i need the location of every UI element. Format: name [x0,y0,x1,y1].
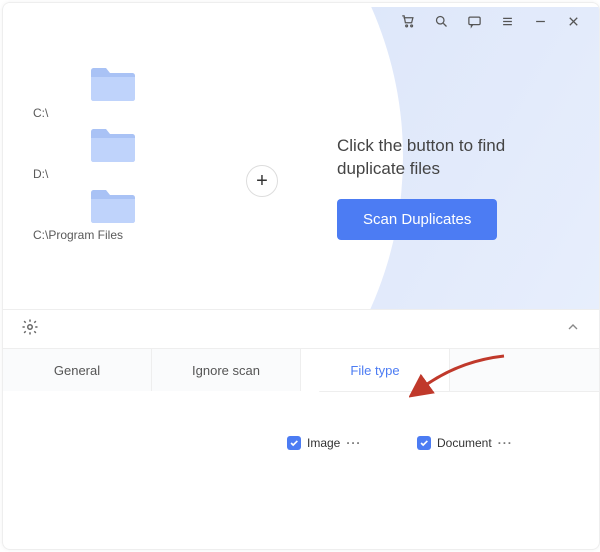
checkbox-document[interactable]: Document ··· [417,436,547,450]
scan-duplicates-button[interactable]: Scan Duplicates [337,199,497,240]
folder-item[interactable]: C:\Program Files [33,185,233,242]
option-label: Document [437,436,492,450]
cart-icon[interactable] [401,14,416,29]
app-window: C:\ D:\ C:\Program Files + Click the but… [2,2,600,550]
add-folder-button[interactable]: + [246,165,278,197]
plus-icon: + [256,170,268,193]
title-bar [3,3,599,35]
folder-icon [85,185,141,228]
checkbox-icon [287,436,301,450]
cta-block: Click the button to find duplicate files… [337,135,567,240]
folder-label: C:\ [33,106,233,120]
search-icon[interactable] [434,14,449,29]
checkbox-image[interactable]: Image ··· [287,436,417,450]
tab-general[interactable]: General [3,349,152,391]
folder-label: C:\Program Files [33,228,233,242]
folder-icon [85,124,141,167]
close-button[interactable] [566,14,581,29]
option-label: Image [307,436,340,450]
tab-file-type[interactable]: File type [301,349,450,391]
folder-item[interactable]: C:\ [33,63,233,120]
tab-empty [450,349,599,391]
cta-headline: Click the button to find duplicate files [337,135,567,181]
source-folder-list: C:\ D:\ C:\Program Files [33,63,233,246]
settings-tabs: General Ignore scan File type [3,349,599,392]
minimize-button[interactable] [533,14,548,29]
menu-icon[interactable] [500,14,515,29]
collapse-chevron-icon[interactable] [565,319,581,340]
folder-icon [85,63,141,106]
folder-label: D:\ [33,167,233,181]
feedback-icon[interactable] [467,14,482,29]
more-icon[interactable]: ··· [498,436,513,450]
checkbox-icon [417,436,431,450]
main-panel: C:\ D:\ C:\Program Files + Click the but… [3,7,599,309]
folder-item[interactable]: D:\ [33,124,233,181]
settings-strip [3,309,599,349]
tab-ignore-scan[interactable]: Ignore scan [152,349,301,391]
gear-icon[interactable] [21,318,39,341]
more-icon[interactable]: ··· [346,436,361,450]
